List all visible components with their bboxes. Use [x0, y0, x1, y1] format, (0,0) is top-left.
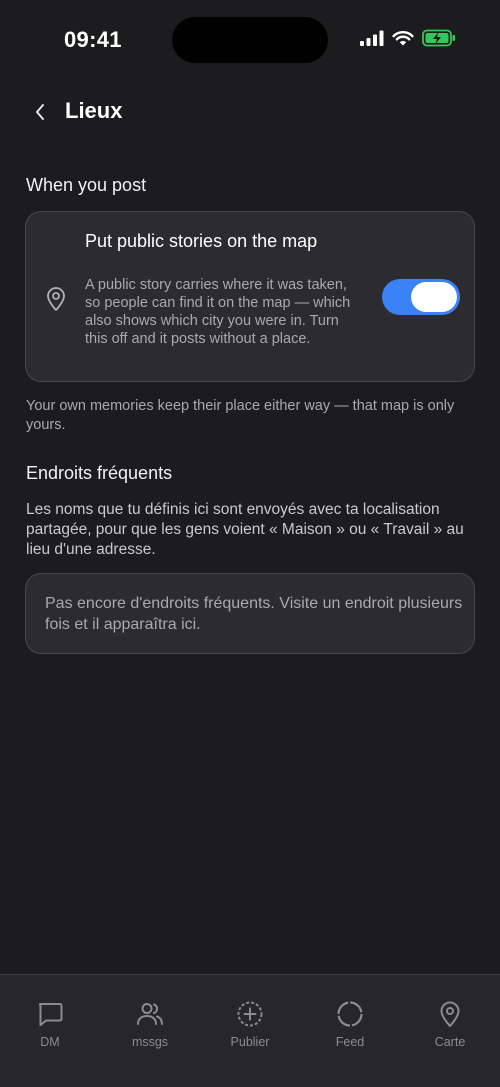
public-stories-map-card: Put public stories on the map A public s…: [25, 211, 475, 382]
section-heading-frequent-places: Endroits fréquents: [26, 463, 173, 483]
plus-circle-icon: [237, 1001, 263, 1027]
status-time: 09:41: [64, 27, 122, 52]
tab-feed[interactable]: Feed: [310, 999, 390, 1049]
map-pin-icon: [440, 1001, 460, 1027]
wifi-icon: [392, 31, 414, 46]
frequent-places-description: Les noms que tu définis ici sont envoyés…: [26, 501, 464, 558]
cellular-signal-icon: [360, 30, 384, 46]
status-icons: [360, 29, 456, 47]
section-heading-when-you-post: When you post: [26, 175, 147, 195]
people-icon: [137, 1003, 163, 1025]
frequent-places-empty-card: Pas encore d'endroits fréquents. Visite …: [25, 573, 475, 654]
chevron-left-icon: [36, 104, 44, 120]
toggle-knob: [411, 282, 457, 312]
empty-state-text: Pas encore d'endroits fréquents. Visite …: [45, 595, 463, 633]
memories-footnote: Your own memories keep their place eithe…: [26, 398, 455, 433]
back-button[interactable]: [26, 98, 54, 126]
tab-publier[interactable]: Publier: [210, 999, 290, 1049]
map-pin-icon: [47, 287, 65, 311]
tab-carte[interactable]: Carte: [410, 999, 490, 1049]
screen: 09:41 Lieux When you post Put public sto…: [0, 0, 500, 1087]
circle-icon: [337, 1001, 363, 1027]
battery-charging-icon: [422, 29, 455, 47]
tab-label: Feed: [335, 1035, 365, 1049]
tab-dm[interactable]: DM: [10, 999, 90, 1049]
tab-label: Publier: [230, 1035, 270, 1049]
toggle-title: Put public stories on the map: [85, 231, 318, 251]
tab-label: mssgs: [131, 1035, 169, 1049]
nav-header: Lieux: [0, 90, 500, 134]
status-bar: 09:41: [0, 0, 500, 80]
tab-mssgs[interactable]: mssgs: [110, 999, 190, 1049]
tab-label: DM: [40, 1035, 60, 1049]
page-title: Lieux: [65, 98, 123, 123]
dynamic-island: [172, 17, 328, 63]
tab-bar: DM mssgs Publier Feed Carte: [0, 974, 500, 1087]
public-stories-map-toggle[interactable]: [382, 279, 460, 315]
chat-bubble-icon: [38, 1003, 63, 1026]
tab-label: Carte: [434, 1035, 466, 1049]
toggle-description: A public story carries where it was take…: [85, 277, 351, 347]
